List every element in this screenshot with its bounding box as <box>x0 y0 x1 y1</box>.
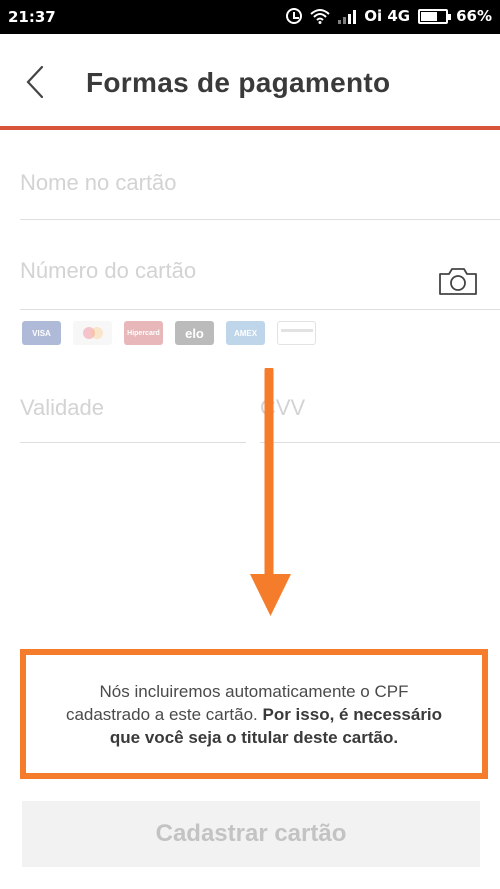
info-line-2: cadastrado a este cartão. Por isso, é ne… <box>66 703 442 726</box>
mastercard-logo <box>73 321 112 345</box>
info-line-3: que você seja o titular deste cartão. <box>110 726 398 749</box>
chevron-left-icon <box>26 65 44 99</box>
validity-input[interactable] <box>20 395 246 421</box>
carrier-label: Oi 4G <box>364 7 411 25</box>
camera-icon <box>439 268 477 295</box>
register-card-button[interactable]: Cadastrar cartão <box>22 801 480 867</box>
info-line-1: Nós incluiremos automaticamente o CPF <box>99 681 409 701</box>
status-icons: Oi 4G 66% <box>286 7 492 25</box>
info-line-3-bold: que você seja o titular deste cartão. <box>109 727 399 747</box>
battery-fill <box>421 11 438 21</box>
back-button[interactable] <box>20 62 56 102</box>
scan-card-button[interactable] <box>438 266 478 296</box>
generic-card-icon <box>277 321 316 345</box>
card-name-field <box>20 170 500 220</box>
header-divider <box>0 126 500 130</box>
signal-icon <box>338 9 357 24</box>
battery-percent: 66% <box>456 7 492 25</box>
card-number-input[interactable] <box>20 258 430 284</box>
amex-logo: AMEX <box>226 321 265 345</box>
info-line-2-bold: Por isso, é necessário <box>262 704 443 724</box>
hipercard-logo: Hipercard <box>124 321 163 345</box>
page-title: Formas de pagamento <box>86 67 391 98</box>
card-number-field <box>20 258 500 310</box>
wifi-icon <box>310 9 330 24</box>
info-line-2-normal: cadastrado a este cartão. <box>65 704 263 724</box>
status-time: 21:37 <box>8 8 56 26</box>
validity-field <box>20 395 246 443</box>
battery-icon <box>418 8 452 24</box>
elo-logo: elo <box>175 321 214 345</box>
cpf-info-box: Nós incluiremos automaticamente o CPF ca… <box>20 649 488 779</box>
visa-logo: VISA <box>22 321 61 345</box>
alarm-icon <box>286 8 303 24</box>
annotation-arrow <box>250 368 291 616</box>
card-brands: VISA Hipercard elo AMEX <box>22 321 316 345</box>
card-name-input[interactable] <box>20 170 500 196</box>
status-bar: 21:37 Oi 4G 66% <box>0 0 500 34</box>
app-header: Formas de pagamento <box>0 34 500 126</box>
